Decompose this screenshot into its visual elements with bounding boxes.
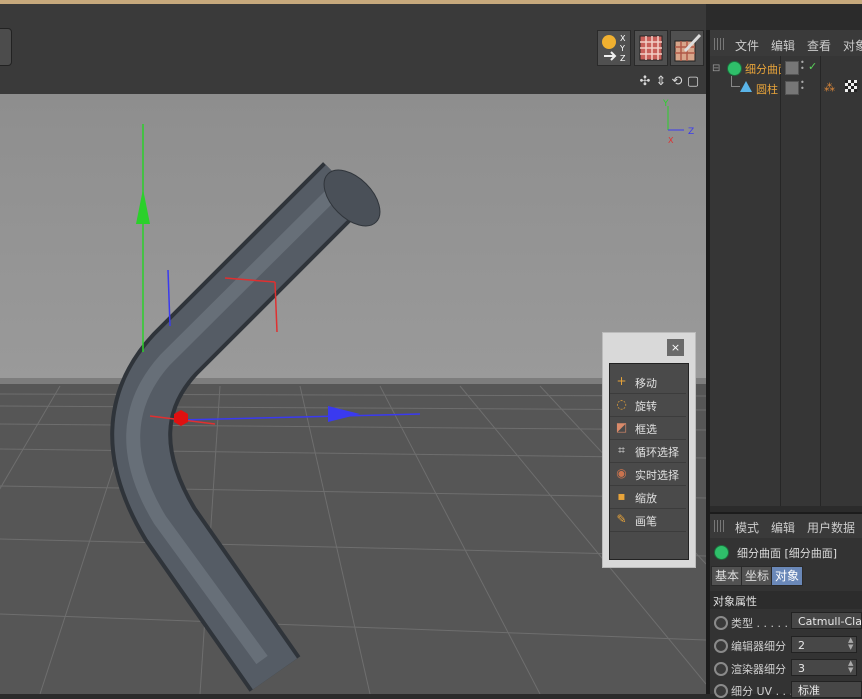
object-name-cylinder[interactable]: 圆柱 xyxy=(756,81,778,97)
maximize-view-icon[interactable]: ▢ xyxy=(686,74,700,90)
stepper-icon-2[interactable]: ▲ ▼ xyxy=(848,660,853,674)
coordinate-system-button[interactable]: X Y Z xyxy=(597,30,631,66)
render-grid-icon xyxy=(639,35,663,61)
visibility-dots[interactable]: • • xyxy=(800,59,805,73)
tree-divider xyxy=(780,56,781,506)
layer-icon[interactable] xyxy=(785,61,799,75)
svg-text:Z: Z xyxy=(620,54,626,63)
corner-x-label: X xyxy=(668,136,674,145)
brush-tool-button[interactable] xyxy=(670,30,704,66)
viewport-header xyxy=(0,70,706,95)
render-subdivision-radio[interactable] xyxy=(714,662,728,676)
subdivision-surface-icon-2 xyxy=(714,545,729,560)
type-dropdown[interactable]: Catmull-Clar xyxy=(791,612,862,629)
subdivide-uv-radio[interactable] xyxy=(714,684,728,698)
palette-item-live-select[interactable]: ◉ 实时选择 xyxy=(610,463,686,486)
viewport-scene: Y Z X xyxy=(0,94,706,694)
box-select-icon: ◩ xyxy=(615,420,628,434)
scale-icon: ▪ xyxy=(617,489,626,503)
subdivide-uv-label: 细分 UV . . . xyxy=(731,685,794,698)
render-region-button[interactable] xyxy=(634,30,668,66)
render-subdivision-label: 渲染器细分 xyxy=(731,663,786,676)
menu-mode[interactable]: 模式 xyxy=(735,519,759,536)
xyz-axes-icon: X Y Z xyxy=(602,34,626,63)
palette-item-rotate[interactable]: ◌ 旋转 xyxy=(610,394,686,417)
stepper-icon[interactable]: ▲ ▼ xyxy=(848,637,853,651)
phong-tag-icon[interactable]: ⁂ xyxy=(824,81,835,94)
palette-item-box-select[interactable]: ◩ 框选 xyxy=(610,417,686,440)
search-button[interactable] xyxy=(0,28,12,66)
tab-object[interactable]: 对象 xyxy=(771,566,804,586)
menu-view[interactable]: 查看 xyxy=(807,37,831,54)
dolly-icon[interactable]: ⇕ xyxy=(654,74,668,90)
corner-z-label: Z xyxy=(688,127,694,137)
object-tree xyxy=(710,56,862,506)
svg-text:Y: Y xyxy=(619,44,625,53)
close-palette-button[interactable]: × xyxy=(667,339,684,356)
floor-plane xyxy=(0,384,706,694)
live-select-icon: ◉ xyxy=(616,466,627,480)
layer-icon-2[interactable] xyxy=(785,81,799,95)
menu-object[interactable]: 对象 xyxy=(843,37,862,54)
paint-brush-icon xyxy=(674,33,702,62)
cylinder-icon xyxy=(740,81,752,92)
menu-edit-attr[interactable]: 编辑 xyxy=(771,519,795,536)
corner-y-label: Y xyxy=(662,99,669,109)
subdivision-surface-icon xyxy=(727,61,742,76)
visibility-dots-2[interactable]: • • xyxy=(800,79,805,93)
subdivide-uv-dropdown[interactable]: 标准 xyxy=(791,681,862,698)
grip-icon-2[interactable] xyxy=(714,520,726,532)
menu-file[interactable]: 文件 xyxy=(735,37,759,54)
palette-item-brush[interactable]: ✎ 画笔 xyxy=(610,509,686,532)
horizon-line xyxy=(0,378,706,384)
menu-edit[interactable]: 编辑 xyxy=(771,37,795,54)
object-name-subdivision[interactable]: 细分曲面 xyxy=(745,61,781,77)
tab-basic[interactable]: 基本 xyxy=(711,566,744,586)
section-object-properties: 对象属性 xyxy=(713,595,757,608)
palette-item-scale[interactable]: ▪ 缩放 xyxy=(610,486,686,509)
brush-icon: ✎ xyxy=(616,512,627,526)
background-wall xyxy=(0,94,706,384)
tree-divider-2 xyxy=(820,56,821,506)
move-icon: + xyxy=(616,374,627,388)
palette-item-move[interactable]: + 移动 xyxy=(610,371,686,394)
type-label: 类型 . . . . . xyxy=(731,617,788,630)
rotate-icon: ◌ xyxy=(616,397,627,411)
attribute-object-title: 细分曲面 [细分曲面] xyxy=(737,547,838,560)
loop-select-icon: ⌗ xyxy=(618,443,625,457)
orbit-icon[interactable]: ⟲ xyxy=(670,74,684,90)
svg-text:X: X xyxy=(620,34,626,43)
material-tag-icon[interactable] xyxy=(845,80,857,92)
palette-item-loop-select[interactable]: ⌗ 循环选择 xyxy=(610,440,686,463)
editor-subdivision-label: 编辑器细分 xyxy=(731,640,786,653)
menu-user-data[interactable]: 用户数据 xyxy=(807,519,855,536)
tab-coordinates[interactable]: 坐标 xyxy=(741,566,774,586)
type-radio[interactable] xyxy=(714,616,728,630)
editor-subdivision-radio[interactable] xyxy=(714,639,728,653)
collapse-icon[interactable]: ⊟ xyxy=(712,63,720,74)
enabled-check-icon[interactable]: ✓ xyxy=(808,60,817,73)
grip-icon[interactable] xyxy=(714,38,726,50)
3d-viewport[interactable]: Y Z X xyxy=(0,94,706,694)
pan-icon[interactable]: ✣ xyxy=(638,74,652,90)
